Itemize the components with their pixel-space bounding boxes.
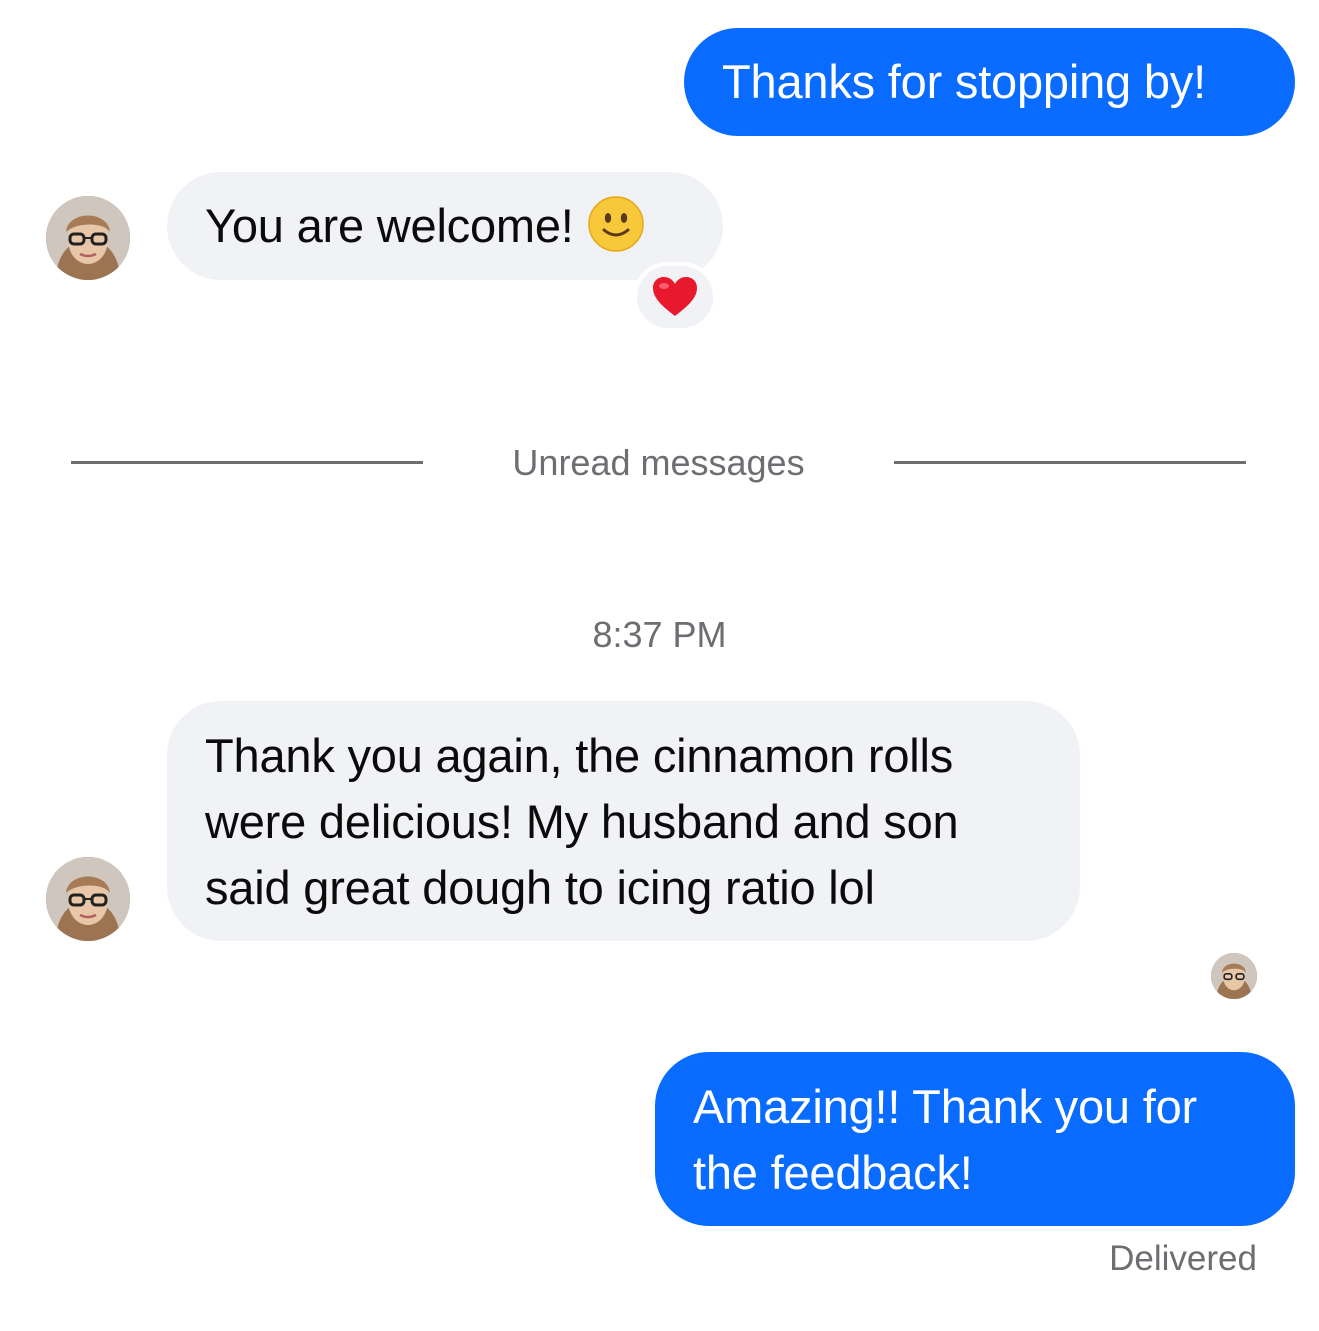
unread-divider-left-line <box>71 461 423 464</box>
unread-divider-right-line <box>894 461 1246 464</box>
message-text-line: were delicious! My husband and son <box>205 795 959 848</box>
outgoing-message-bubble[interactable]: Amazing!! Thank you for the feedback! <box>655 1052 1295 1226</box>
unread-messages-label: Unread messages <box>512 442 805 483</box>
message-text-line: the feedback! <box>693 1146 973 1199</box>
incoming-message-bubble[interactable]: Thank you again, the cinnamon rolls were… <box>167 701 1080 941</box>
slightly-smiling-face-icon <box>587 196 644 252</box>
message-text-line: Amazing!! Thank you for <box>693 1080 1197 1133</box>
contact-avatar-image <box>46 857 130 941</box>
message-text-line: Thank you again, the cinnamon rolls <box>205 729 954 782</box>
message-text-line: said great dough to icing ratio lol <box>205 861 875 914</box>
message-timestamp: 8:37 PM <box>592 614 727 655</box>
contact-avatar[interactable] <box>46 196 130 280</box>
message-text: You are welcome! <box>205 199 574 252</box>
delivery-status: Delivered <box>1109 1239 1257 1278</box>
incoming-message-bubble[interactable]: You are welcome! <box>167 172 723 280</box>
contact-avatar-image <box>46 196 130 280</box>
outgoing-message-bubble[interactable]: Thanks for stopping by! <box>684 28 1295 136</box>
red-heart-icon <box>653 277 697 316</box>
contact-avatar[interactable] <box>46 857 130 941</box>
read-receipt-avatar <box>1211 953 1257 999</box>
heart-reaction-badge[interactable] <box>633 262 717 332</box>
contact-avatar-image <box>1211 953 1257 999</box>
message-text: Thanks for stopping by! <box>722 55 1206 108</box>
